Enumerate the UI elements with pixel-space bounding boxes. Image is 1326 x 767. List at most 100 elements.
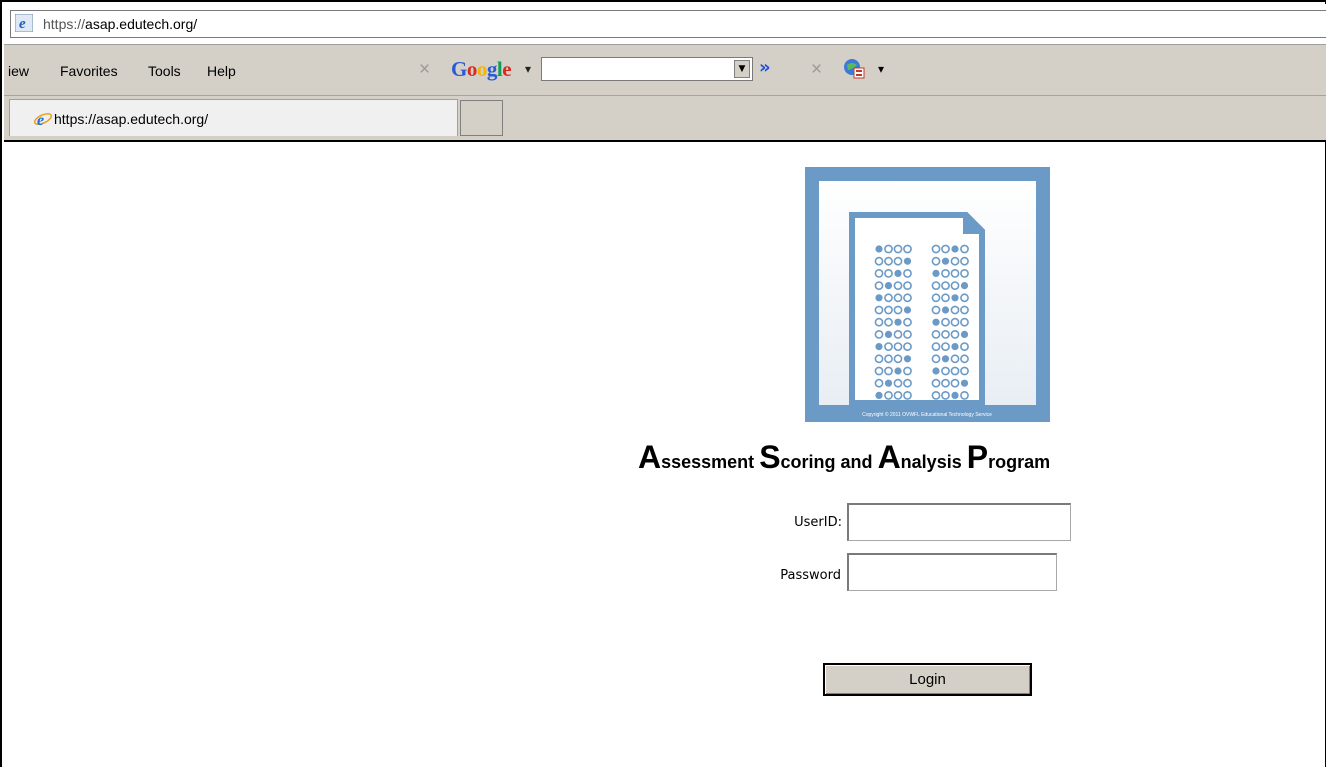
answer-bubble [931,390,941,400]
answer-bubble [874,281,884,290]
google-letter-e: e [502,57,512,81]
title-initial-1: A [638,439,662,475]
answer-bubble [931,378,941,388]
answer-bubble [874,256,884,266]
address-field[interactable]: e https://asap.edutech.org/ [10,10,1326,38]
chevron-down-icon[interactable]: ▼ [734,60,750,78]
userid-input[interactable] [847,503,1071,541]
answer-bubble [950,366,960,376]
title-rest-1: ssessment [661,452,755,472]
answer-bubble [893,378,903,388]
answer-bubble [931,342,941,351]
answer-bubble [894,367,902,375]
answer-bubble [874,354,884,364]
answer-bubble [941,366,950,376]
answer-bubble [950,329,960,339]
answer-bubble [893,329,903,339]
password-input[interactable] [847,553,1057,591]
answer-bubble [875,245,883,253]
more-button[interactable]: » [759,57,771,78]
answer-bubble [932,367,940,375]
translate-icon[interactable] [843,57,865,79]
answer-bubble [884,379,893,387]
title-initial-4: P [966,439,989,475]
google-dropdown-icon[interactable]: ▾ [525,62,531,76]
answer-bubble [941,257,950,265]
userid-label: UserID: [794,515,842,530]
answer-bubble [903,329,912,339]
answer-bubble [941,355,950,363]
answer-bubble [960,354,969,364]
answer-bubble [960,305,969,315]
answer-bubble [893,342,903,351]
answer-bubble [941,390,950,400]
answer-bubble [884,244,893,254]
answer-bubble [931,281,941,290]
page-title: Assessment Scoring and Analysis Program [638,439,1218,476]
answer-bubble [931,256,941,266]
answer-bubble [903,306,912,314]
answer-bubble [950,305,960,315]
menu-item-view[interactable]: iew [8,63,29,79]
google-logo[interactable]: Google [451,57,512,82]
asap-logo: Copyright © 2011 OVWFL Educational Techn… [805,167,1050,422]
title-rest-3: nalysis [900,452,962,472]
password-label: Password [780,568,841,583]
answer-bubble [893,256,903,266]
answer-bubble [932,318,940,326]
answer-bubble [884,390,893,400]
logo-copyright: Copyright © 2011 OVWFL Educational Techn… [862,411,992,418]
menu-toolbar: iew Favorites Tools Help × Google ▾ ▼ » … [4,45,1326,96]
answer-bubble [951,343,959,351]
answer-bubble [960,390,969,400]
answer-bubble [951,245,959,253]
title-rest-4: rogram [988,452,1051,472]
answer-bubble [941,269,950,278]
svg-text:e: e [19,16,26,32]
answer-bubble [932,269,940,277]
answer-bubble [884,293,893,303]
answer-bubble [874,317,884,327]
google-search-input[interactable]: ▼ [541,57,753,81]
answer-bubble [884,342,893,351]
answer-bubble [950,256,960,266]
answer-bubble [931,293,941,303]
answer-bubble [893,244,903,254]
answer-bubble [941,342,950,351]
answer-bubble [960,256,969,266]
google-letter-o1: o [466,57,478,81]
answer-bubble [903,342,912,351]
svg-text:e: e [37,112,44,128]
answer-bubble [931,329,941,339]
answer-bubble [950,281,960,290]
answer-bubble [950,378,960,388]
answer-bubble [941,378,950,388]
answer-bubble [903,269,912,278]
answer-bubble [903,355,912,363]
translate-dropdown-icon[interactable]: ▾ [878,62,884,76]
tab-bar: e https://asap.edutech.org/ [4,96,1326,142]
new-tab-button[interactable] [460,100,503,136]
menu-item-help[interactable]: Help [207,63,236,79]
answer-bubble [884,354,893,364]
tab-asap[interactable]: e https://asap.edutech.org/ [9,99,458,136]
title-initial-3: A [877,439,901,475]
answer-bubble [875,294,883,302]
close-toolbar-icon-2[interactable]: × [811,59,822,81]
answer-bubble [893,293,903,303]
google-letter-g2: g [486,57,498,81]
answer-bubble [884,269,893,278]
answer-bubble [884,282,893,290]
answer-bubble [960,342,969,351]
answer-bubble [941,317,950,327]
answer-bubble [960,282,969,290]
login-button[interactable]: Login [823,663,1032,696]
answer-bubble [931,305,941,315]
ie-tab-icon: e [34,112,52,128]
menu-item-tools[interactable]: Tools [148,63,181,79]
menu-item-favorites[interactable]: Favorites [60,63,118,79]
answer-bubble [874,378,884,388]
answer-bubble [941,244,950,254]
answer-bubble [903,281,912,290]
close-toolbar-icon[interactable]: × [419,59,430,81]
